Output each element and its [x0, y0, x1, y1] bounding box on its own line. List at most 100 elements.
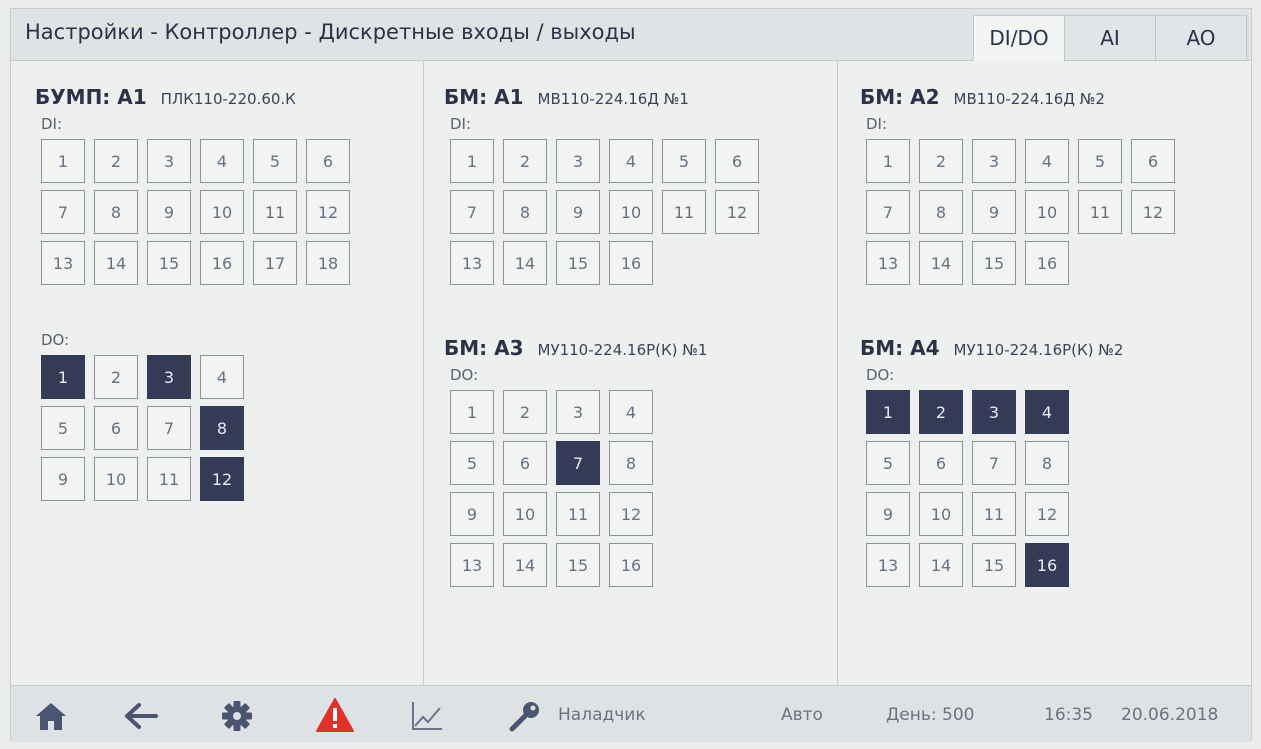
io-cell-3[interactable]: 3 — [972, 139, 1016, 183]
io-cell-7[interactable]: 7 — [450, 190, 494, 234]
home-icon[interactable] — [33, 700, 69, 732]
io-cell-7[interactable]: 7 — [41, 190, 85, 234]
io-cell-14[interactable]: 14 — [503, 241, 547, 285]
io-cell-1[interactable]: 1 — [866, 390, 910, 434]
io-cell-5[interactable]: 5 — [662, 139, 706, 183]
gear-icon[interactable] — [219, 700, 255, 732]
io-cell-5[interactable]: 5 — [1078, 139, 1122, 183]
io-cell-16[interactable]: 16 — [609, 543, 653, 587]
io-cell-9[interactable]: 9 — [450, 492, 494, 536]
io-cell-13[interactable]: 13 — [41, 241, 85, 285]
io-cell-16[interactable]: 16 — [1025, 241, 1069, 285]
io-cell-7[interactable]: 7 — [972, 441, 1016, 485]
io-cell-13[interactable]: 13 — [450, 543, 494, 587]
io-cell-6[interactable]: 6 — [919, 441, 963, 485]
io-cell-10[interactable]: 10 — [200, 190, 244, 234]
tab-di-do[interactable]: DI/DO — [973, 15, 1065, 61]
io-cell-4[interactable]: 4 — [1025, 390, 1069, 434]
io-cell-11[interactable]: 11 — [147, 457, 191, 501]
io-cell-12[interactable]: 12 — [609, 492, 653, 536]
io-cell-11[interactable]: 11 — [662, 190, 706, 234]
io-cell-2[interactable]: 2 — [919, 390, 963, 434]
io-cell-6[interactable]: 6 — [715, 139, 759, 183]
io-cell-11[interactable]: 11 — [972, 492, 1016, 536]
io-cell-8[interactable]: 8 — [609, 441, 653, 485]
io-cell-9[interactable]: 9 — [972, 190, 1016, 234]
alarm-warning-icon[interactable] — [315, 697, 355, 733]
io-cell-11[interactable]: 11 — [253, 190, 297, 234]
io-cell-15[interactable]: 15 — [972, 241, 1016, 285]
tab-ai[interactable]: AI — [1064, 15, 1156, 61]
io-cell-6[interactable]: 6 — [306, 139, 350, 183]
io-cell-8[interactable]: 8 — [503, 190, 547, 234]
io-cell-1[interactable]: 1 — [41, 355, 85, 399]
io-cell-8[interactable]: 8 — [94, 190, 138, 234]
io-cell-15[interactable]: 15 — [556, 543, 600, 587]
io-cell-16[interactable]: 16 — [609, 241, 653, 285]
io-cell-4[interactable]: 4 — [609, 390, 653, 434]
io-cell-1[interactable]: 1 — [450, 390, 494, 434]
io-cell-5[interactable]: 5 — [866, 441, 910, 485]
io-cell-13[interactable]: 13 — [866, 241, 910, 285]
io-cell-7[interactable]: 7 — [866, 190, 910, 234]
io-cell-2[interactable]: 2 — [503, 390, 547, 434]
io-cell-3[interactable]: 3 — [556, 390, 600, 434]
io-cell-10[interactable]: 10 — [1025, 190, 1069, 234]
io-cell-8[interactable]: 8 — [919, 190, 963, 234]
io-cell-2[interactable]: 2 — [94, 355, 138, 399]
io-cell-13[interactable]: 13 — [866, 543, 910, 587]
io-cell-3[interactable]: 3 — [147, 355, 191, 399]
io-cell-11[interactable]: 11 — [1078, 190, 1122, 234]
io-cell-6[interactable]: 6 — [1131, 139, 1175, 183]
io-cell-12[interactable]: 12 — [1131, 190, 1175, 234]
io-cell-10[interactable]: 10 — [503, 492, 547, 536]
io-cell-4[interactable]: 4 — [609, 139, 653, 183]
io-cell-1[interactable]: 1 — [866, 139, 910, 183]
io-cell-9[interactable]: 9 — [147, 190, 191, 234]
io-cell-1[interactable]: 1 — [41, 139, 85, 183]
io-cell-15[interactable]: 15 — [147, 241, 191, 285]
io-cell-8[interactable]: 8 — [1025, 441, 1069, 485]
io-cell-2[interactable]: 2 — [503, 139, 547, 183]
io-cell-10[interactable]: 10 — [94, 457, 138, 501]
io-cell-5[interactable]: 5 — [41, 406, 85, 450]
io-cell-12[interactable]: 12 — [715, 190, 759, 234]
io-cell-14[interactable]: 14 — [919, 241, 963, 285]
io-cell-12[interactable]: 12 — [200, 457, 244, 501]
io-cell-10[interactable]: 10 — [609, 190, 653, 234]
io-cell-12[interactable]: 12 — [1025, 492, 1069, 536]
key-icon[interactable] — [507, 700, 543, 732]
io-cell-13[interactable]: 13 — [450, 241, 494, 285]
io-cell-9[interactable]: 9 — [556, 190, 600, 234]
trend-chart-icon[interactable] — [409, 700, 445, 732]
io-cell-4[interactable]: 4 — [200, 139, 244, 183]
io-cell-2[interactable]: 2 — [94, 139, 138, 183]
io-cell-4[interactable]: 4 — [200, 355, 244, 399]
back-arrow-icon[interactable] — [123, 700, 159, 732]
io-cell-1[interactable]: 1 — [450, 139, 494, 183]
io-cell-3[interactable]: 3 — [147, 139, 191, 183]
io-cell-12[interactable]: 12 — [306, 190, 350, 234]
io-cell-14[interactable]: 14 — [919, 543, 963, 587]
io-cell-5[interactable]: 5 — [450, 441, 494, 485]
io-cell-6[interactable]: 6 — [503, 441, 547, 485]
io-cell-14[interactable]: 14 — [94, 241, 138, 285]
io-cell-3[interactable]: 3 — [972, 390, 1016, 434]
io-cell-15[interactable]: 15 — [972, 543, 1016, 587]
io-cell-15[interactable]: 15 — [556, 241, 600, 285]
io-cell-17[interactable]: 17 — [253, 241, 297, 285]
io-cell-16[interactable]: 16 — [200, 241, 244, 285]
io-cell-11[interactable]: 11 — [556, 492, 600, 536]
io-cell-7[interactable]: 7 — [556, 441, 600, 485]
io-cell-16[interactable]: 16 — [1025, 543, 1069, 587]
io-cell-10[interactable]: 10 — [919, 492, 963, 536]
io-cell-7[interactable]: 7 — [147, 406, 191, 450]
io-cell-6[interactable]: 6 — [94, 406, 138, 450]
io-cell-3[interactable]: 3 — [556, 139, 600, 183]
io-cell-4[interactable]: 4 — [1025, 139, 1069, 183]
tab-ao[interactable]: AO — [1155, 15, 1247, 61]
io-cell-5[interactable]: 5 — [253, 139, 297, 183]
io-cell-9[interactable]: 9 — [866, 492, 910, 536]
io-cell-18[interactable]: 18 — [306, 241, 350, 285]
io-cell-2[interactable]: 2 — [919, 139, 963, 183]
